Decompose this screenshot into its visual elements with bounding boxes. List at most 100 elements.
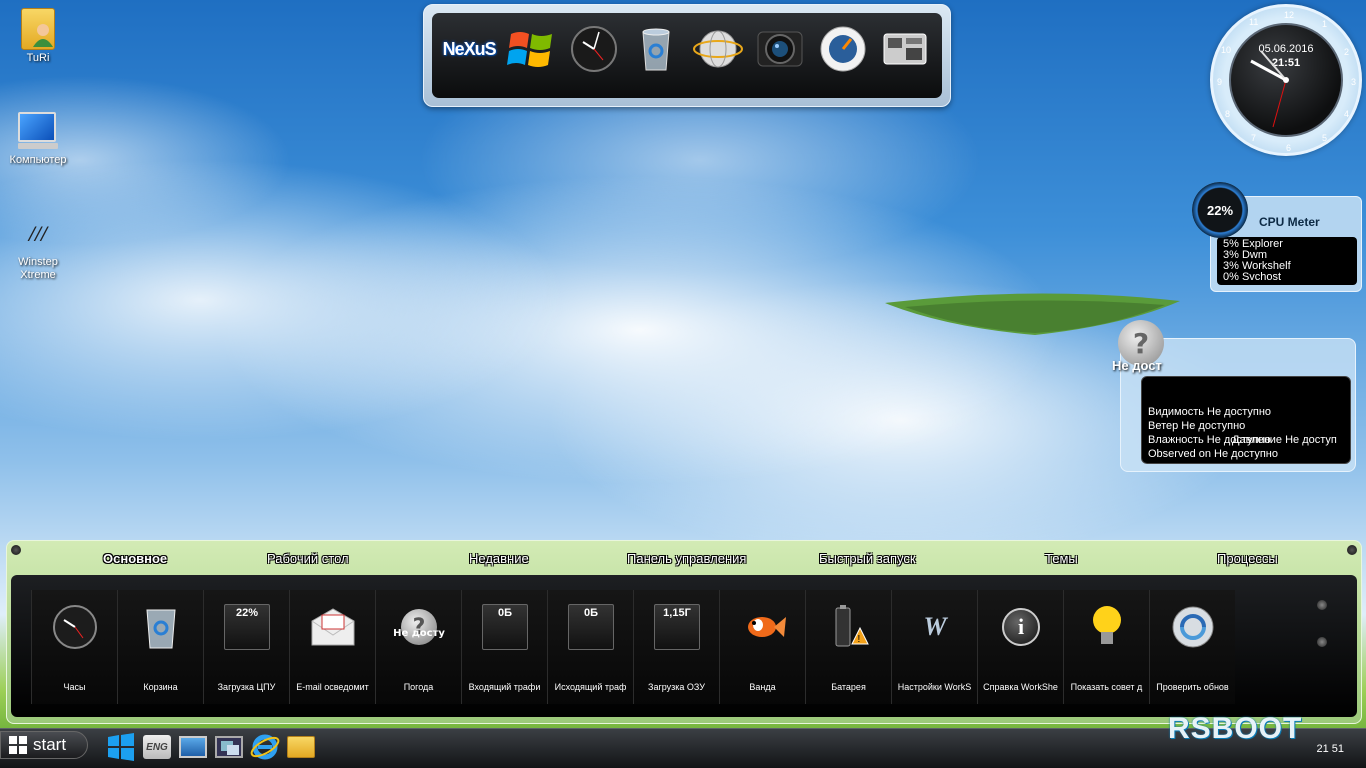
clock-number: 2 bbox=[1344, 47, 1350, 57]
tile-tip-of-day[interactable]: Показать совет д bbox=[1063, 590, 1149, 704]
cpu-process-row: 0% Svchost bbox=[1223, 271, 1282, 283]
clock-number: 3 bbox=[1351, 77, 1357, 87]
clock-number: 11 bbox=[1249, 17, 1259, 27]
weather-wind: Ветер Не доступно bbox=[1148, 420, 1246, 432]
tile-label: Показать совет д bbox=[1070, 682, 1143, 692]
tab-quick-launch[interactable]: Быстрый запуск bbox=[819, 551, 916, 566]
tile-label: Проверить обнов bbox=[1156, 682, 1229, 692]
gauge-icon bbox=[820, 26, 866, 72]
dock-item-camera[interactable] bbox=[752, 21, 808, 77]
weather-icon: ? bbox=[401, 609, 437, 645]
globe-network-icon bbox=[693, 30, 744, 68]
desktop-icon-turi[interactable]: TuRi bbox=[0, 8, 76, 65]
control-panel-icon bbox=[883, 33, 927, 65]
clock-gadget[interactable]: 05.06.2016 21:51 12 1 2 3 4 5 6 7 8 9 10… bbox=[1210, 4, 1362, 156]
tile-check-updates[interactable]: Проверить обнов bbox=[1149, 590, 1235, 704]
clock-number: 10 bbox=[1221, 45, 1232, 55]
weather-title: Не дост bbox=[1112, 358, 1162, 373]
weather-value: Не досту bbox=[393, 628, 445, 639]
tile-ram-load[interactable]: 1,15Г Загрузка ОЗУ bbox=[633, 590, 719, 704]
tab-desktop[interactable]: Рабочий стол bbox=[267, 551, 349, 566]
start-button[interactable]: start bbox=[0, 731, 88, 759]
tile-label: Ванда bbox=[749, 682, 776, 692]
workshelf-panel: Часы Корзина 22% Загрузка ЦПУ E-mail осв… bbox=[11, 575, 1357, 717]
ram-meter-icon: 1,15Г bbox=[654, 604, 700, 650]
weather-visibility: Видимость Не доступно bbox=[1148, 406, 1272, 418]
tile-label: Настройки WorkS bbox=[897, 682, 972, 692]
cpu-percent: 22% bbox=[1206, 202, 1234, 218]
dock-item-control-panel[interactable] bbox=[877, 21, 933, 77]
dock-item-nexus[interactable]: NeXuS bbox=[441, 21, 497, 77]
recycle-bin-icon bbox=[642, 28, 670, 71]
tile-battery[interactable]: ! Батарея bbox=[805, 590, 891, 704]
shelf-scroll-down[interactable] bbox=[1317, 637, 1327, 647]
clock-number: 4 bbox=[1344, 109, 1350, 119]
clock-number: 9 bbox=[1217, 77, 1223, 87]
tile-label: Загрузка ОЗУ bbox=[648, 682, 705, 692]
shelf-scroll-up[interactable] bbox=[1317, 600, 1327, 610]
clock-face: 05.06.2016 21:51 bbox=[1229, 23, 1343, 137]
quick-launch-show-desktop[interactable] bbox=[178, 732, 208, 762]
goldfish-icon bbox=[748, 617, 786, 637]
dock-item-network[interactable] bbox=[690, 21, 746, 77]
clock-number: 8 bbox=[1225, 109, 1231, 119]
clock-hands bbox=[1250, 50, 1289, 128]
workshelf: Основное Рабочий стол Недавние Панель уп… bbox=[6, 540, 1362, 724]
eng-icon: ENG bbox=[143, 735, 171, 759]
quick-launch-ie[interactable] bbox=[250, 732, 280, 762]
tile-cpu-load[interactable]: 22% Загрузка ЦПУ bbox=[203, 590, 289, 704]
quick-launch-windows[interactable] bbox=[106, 732, 136, 762]
rsboot-watermark: RSBOOT bbox=[1168, 712, 1303, 745]
desktop-icon-computer[interactable]: Компьютер bbox=[0, 108, 76, 167]
cpu-value: 22% bbox=[235, 607, 259, 619]
dock-item-clock[interactable] bbox=[566, 21, 622, 77]
nexus-icon: NeXuS bbox=[442, 38, 497, 59]
info-icon: i bbox=[1002, 608, 1040, 646]
tile-workshelf-help[interactable]: i Справка WorkShe bbox=[977, 590, 1063, 704]
tile-outgoing-traffic[interactable]: 0Б Исходящий траф bbox=[547, 590, 633, 704]
battery-warning-icon: ! bbox=[835, 605, 869, 647]
tab-control-panel[interactable]: Панель управления bbox=[627, 551, 746, 566]
desktop-icon bbox=[179, 736, 207, 758]
desktop-icon-winstep[interactable]: /// Winstep Xtreme bbox=[0, 214, 76, 282]
computer-icon bbox=[18, 112, 58, 152]
quick-launch-explorer[interactable] bbox=[286, 732, 316, 762]
winstep-settings-icon: W bbox=[923, 612, 947, 641]
tile-workshelf-settings[interactable]: W Настройки WorkS bbox=[891, 590, 977, 704]
cpu-gauge: 22% bbox=[1192, 182, 1248, 238]
tile-label: Загрузка ЦПУ bbox=[217, 682, 276, 692]
tile-recycle-bin[interactable]: Корзина bbox=[117, 590, 203, 704]
update-check-icon bbox=[1172, 606, 1214, 648]
tile-incoming-traffic[interactable]: 0Б Входящий трафи bbox=[461, 590, 547, 704]
tile-clock[interactable]: Часы bbox=[31, 590, 117, 704]
tab-processes[interactable]: Процессы bbox=[1217, 551, 1278, 566]
tile-label: Справка WorkShe bbox=[983, 682, 1058, 692]
cpu-meter-icon: 22% bbox=[224, 604, 270, 650]
clock-number: 5 bbox=[1322, 133, 1328, 143]
dock-item-recycle-bin[interactable] bbox=[628, 21, 684, 77]
quick-launch-switch-windows[interactable] bbox=[214, 732, 244, 762]
windows-logo-icon bbox=[507, 32, 553, 67]
incoming-traffic-icon: 0Б bbox=[482, 604, 528, 650]
clock-icon bbox=[53, 605, 97, 649]
tile-label: Корзина bbox=[143, 682, 178, 692]
tray-clock[interactable]: 21 51 bbox=[1316, 743, 1344, 755]
svg-text:!: ! bbox=[858, 634, 861, 645]
windows-logo-icon bbox=[108, 733, 134, 761]
tile-label: Часы bbox=[63, 682, 86, 692]
user-folder-icon bbox=[21, 8, 55, 50]
tile-weather[interactable]: ? Не досту Погода bbox=[375, 590, 461, 704]
quick-launch-language[interactable]: ENG bbox=[142, 732, 172, 762]
tile-label: Исходящий траф bbox=[554, 682, 627, 692]
dock-item-speedometer[interactable] bbox=[815, 21, 871, 77]
explorer-folder-icon bbox=[287, 736, 315, 758]
dock-item-windows[interactable] bbox=[503, 21, 559, 77]
tab-recent[interactable]: Недавние bbox=[469, 551, 529, 566]
taskbar: start ENG 21 51 bbox=[0, 728, 1366, 768]
tab-themes[interactable]: Темы bbox=[1045, 551, 1078, 566]
desktop-icon-label: Winstep Xtreme bbox=[18, 256, 58, 281]
tile-wanda[interactable]: Ванда bbox=[719, 590, 805, 704]
tile-email-notifier[interactable]: E-mail осведомит bbox=[289, 590, 375, 704]
clock-icon bbox=[570, 26, 617, 72]
tab-main[interactable]: Основное bbox=[103, 551, 167, 566]
